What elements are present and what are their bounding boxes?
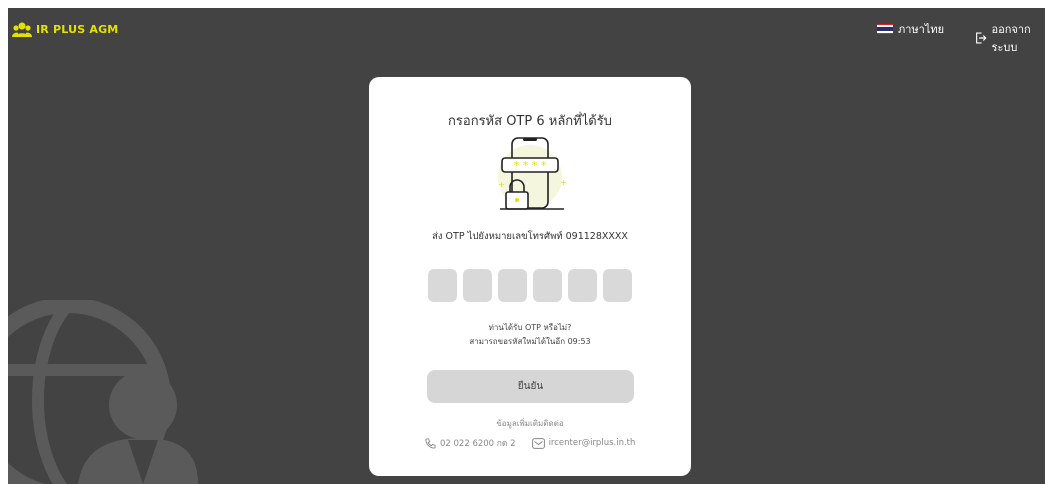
otp-digit-4[interactable] (533, 269, 562, 302)
otp-digit-6[interactable] (603, 269, 632, 302)
top-bar: IR PLUS AGM ภาษาไทย ออกจากระบบ (8, 8, 1045, 54)
language-switch[interactable]: ภาษาไทย (877, 20, 944, 38)
contact-info: 02 022 6200 กด 2 ircenter@irplus.in.th (425, 436, 635, 450)
brand[interactable]: IR PLUS AGM (12, 21, 118, 37)
otp-digit-5[interactable] (568, 269, 597, 302)
confirm-button[interactable]: ยืนยัน (427, 370, 634, 403)
otp-digit-2[interactable] (463, 269, 492, 302)
contact-email[interactable]: ircenter@irplus.in.th (549, 438, 636, 448)
otp-card: กรอกรหัส OTP 6 หลักที่ได้รับ * * * * + +… (369, 77, 691, 476)
brand-name: IR PLUS AGM (36, 22, 119, 36)
globe-person-background-icon (8, 300, 198, 484)
logout-button[interactable]: ออกจากระบบ (975, 20, 1045, 56)
email-icon (531, 437, 545, 449)
svg-text:+: + (560, 178, 567, 187)
window-frame-right (1045, 0, 1051, 484)
logout-label: ออกจากระบบ (991, 23, 1031, 54)
otp-title: กรอกรหัส OTP 6 หลักที่ได้รับ (448, 114, 612, 129)
otp-digit-1[interactable] (428, 269, 457, 302)
phone-lock-illustration-icon: * * * * + + (498, 137, 567, 210)
otp-sent-message: ส่ง OTP ไปยังหมายเลขโทรศัพท์ 091128XXXX (432, 231, 628, 242)
more-info-label: ข้อมูลเพิ่มเติมติดต่อ (496, 419, 564, 428)
otp-input-group (428, 269, 632, 302)
otp-digit-3[interactable] (498, 269, 527, 302)
logout-icon (976, 32, 987, 44)
svg-text:* * * *: * * * * (514, 159, 547, 172)
phone-icon (425, 437, 436, 449)
language-label: ภาษาไทย (898, 23, 945, 36)
window-frame-top (0, 0, 1051, 8)
user-group-icon (12, 22, 32, 37)
contact-phone[interactable]: 02 022 6200 กด 2 (440, 436, 516, 450)
otp-not-received-text: ท่านได้รับ OTP หรือไม่? (488, 323, 572, 332)
window-frame-left (0, 0, 8, 484)
svg-text:+: + (498, 180, 505, 189)
otp-resend-countdown: สามารถขอรหัสใหม่ได้ในอีก 09:53 (469, 337, 591, 346)
thai-flag-icon (877, 23, 893, 35)
